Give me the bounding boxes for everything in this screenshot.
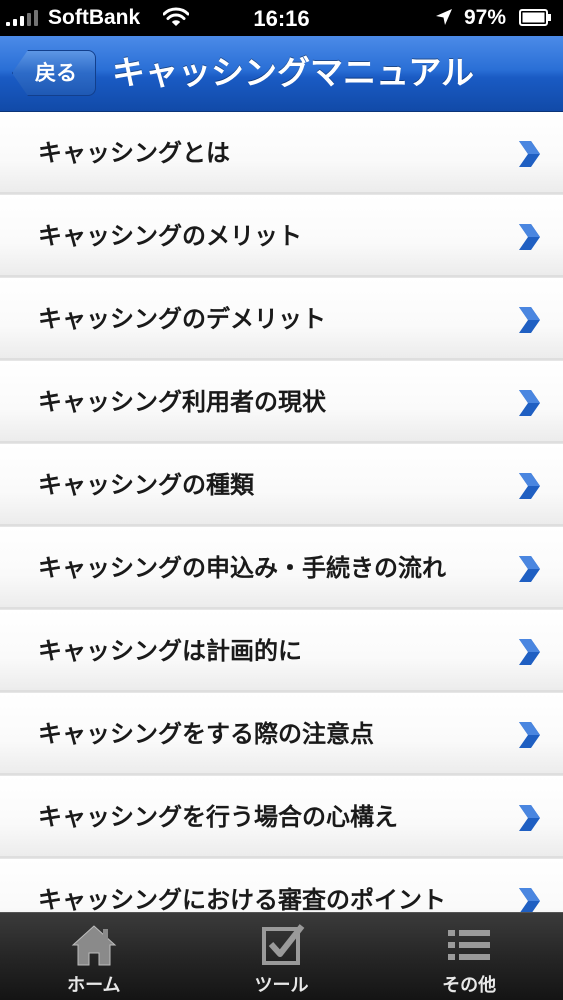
tab-home[interactable]: ホーム bbox=[0, 913, 188, 1000]
list-item-label: キャッシングの種類 bbox=[38, 471, 254, 499]
tab-other[interactable]: その他 bbox=[375, 913, 563, 1000]
chevron-right-icon bbox=[519, 888, 540, 912]
list-item[interactable]: キャッシングにおける審査のポイント bbox=[0, 859, 563, 912]
list-item-label: キャッシングをする際の注意点 bbox=[38, 720, 374, 748]
list-item-label: キャッシングにおける審査のポイント bbox=[38, 886, 446, 912]
list-item-label: キャッシングの申込み・手続きの流れ bbox=[38, 554, 446, 582]
list-item-label: キャッシングを行う場合の心構え bbox=[38, 803, 398, 831]
location-icon bbox=[436, 9, 452, 25]
list-item[interactable]: キャッシングをする際の注意点 bbox=[0, 693, 563, 775]
list-item[interactable]: キャッシングのメリット bbox=[0, 195, 563, 277]
tab-tools[interactable]: ツール bbox=[188, 913, 376, 1000]
chevron-right-icon bbox=[519, 473, 540, 499]
status-bar: SoftBank 16:16 97% bbox=[0, 0, 563, 36]
chevron-right-icon bbox=[519, 141, 540, 167]
home-icon bbox=[71, 925, 117, 966]
tab-label: その他 bbox=[442, 975, 497, 996]
list-item-label: キャッシング利用者の現状 bbox=[38, 388, 326, 416]
back-button[interactable]: 戻る bbox=[12, 50, 96, 96]
chevron-right-icon bbox=[519, 307, 540, 333]
chevron-right-icon bbox=[519, 556, 540, 582]
tab-label: ホーム bbox=[67, 975, 121, 996]
chevron-right-icon bbox=[519, 722, 540, 748]
list-item[interactable]: キャッシング利用者の現状 bbox=[0, 361, 563, 443]
chevron-right-icon bbox=[519, 224, 540, 250]
tab-bar: ホーム ツール その他 bbox=[0, 912, 563, 1000]
list-item-label: キャッシングは計画的に bbox=[38, 637, 302, 665]
list-item[interactable]: キャッシングを行う場合の心構え bbox=[0, 776, 563, 858]
list-item-label: キャッシングのメリット bbox=[38, 222, 302, 250]
tab-label: ツール bbox=[254, 975, 309, 996]
list-item[interactable]: キャッシングは計画的に bbox=[0, 610, 563, 692]
page-title: キャッシングマニュアル bbox=[112, 53, 475, 92]
list-item[interactable]: キャッシングのデメリット bbox=[0, 278, 563, 360]
chevron-right-icon bbox=[519, 390, 540, 416]
list-item-label: キャッシングとは bbox=[38, 139, 230, 167]
list-item[interactable]: キャッシングの種類 bbox=[0, 444, 563, 526]
list-item[interactable]: キャッシングとは bbox=[0, 112, 563, 194]
navigation-bar: 戻る キャッシングマニュアル bbox=[0, 36, 563, 112]
battery-icon bbox=[519, 9, 551, 26]
chevron-right-icon bbox=[519, 805, 540, 831]
checkbox-icon bbox=[261, 924, 304, 965]
chevron-right-icon bbox=[519, 639, 540, 665]
battery-percent: 97% bbox=[464, 6, 507, 29]
list-item[interactable]: キャッシングの申込み・手続きの流れ bbox=[0, 527, 563, 609]
list-icon bbox=[448, 930, 491, 960]
list-item-label: キャッシングのデメリット bbox=[38, 305, 326, 333]
menu-list[interactable]: キャッシングとは キャッシングのメリット キャッシングのデメリット キャッシング… bbox=[0, 112, 563, 912]
